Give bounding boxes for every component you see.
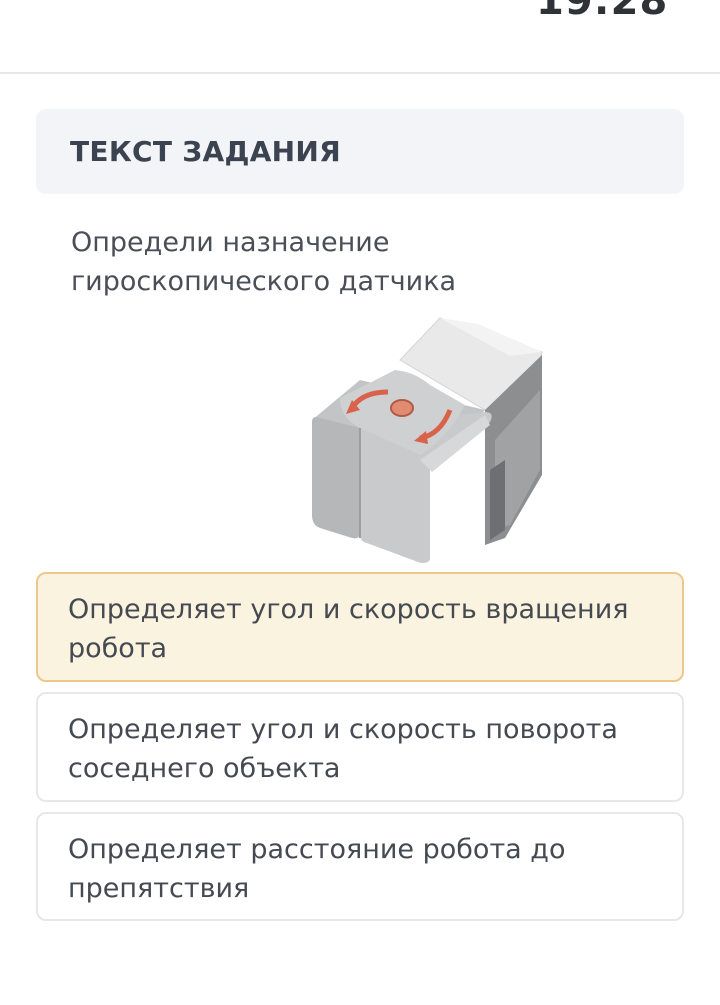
task-header-label: ТЕКСТ ЗАДАНИЯ	[70, 135, 342, 168]
answer-option-1-line-1: Определяет угол и скорость вращения	[68, 594, 629, 625]
gyro-sensor-image	[312, 317, 543, 564]
answer-option-2-line-1: Определяет угол и скорость поворота	[68, 714, 618, 745]
question-line-1: Определи назначение	[71, 227, 390, 258]
task-page: 19:28 ТЕКСТ ЗАДАНИЯ Определи назначение …	[0, 0, 720, 1005]
task-header: ТЕКСТ ЗАДАНИЯ	[36, 109, 684, 194]
answer-option-2-line-2: соседнего объекта	[68, 753, 341, 784]
answer-option-3-line-2: препятствия	[68, 873, 250, 904]
answer-option-3[interactable]: Определяет расстояние робота до препятст…	[36, 812, 684, 921]
answer-option-1-text: Определяет угол и скорость вращения робо…	[68, 590, 658, 668]
answer-option-2-text: Определяет угол и скорость поворота сосе…	[68, 710, 658, 788]
top-bar: 19:28	[0, 0, 720, 74]
question-text: Определи назначение гироскопического дат…	[71, 223, 671, 301]
answer-option-3-line-1: Определяет расстояние робота до	[68, 834, 566, 865]
timer: 19:28	[536, 0, 669, 24]
answer-option-2[interactable]: Определяет угол и скорость поворота сосе…	[36, 692, 684, 802]
answer-option-3-text: Определяет расстояние робота до препятст…	[68, 830, 658, 908]
answer-option-1-line-2: робота	[68, 633, 168, 664]
question-line-2: гироскопического датчика	[71, 266, 457, 297]
answer-option-1[interactable]: Определяет угол и скорость вращения робо…	[36, 572, 684, 682]
